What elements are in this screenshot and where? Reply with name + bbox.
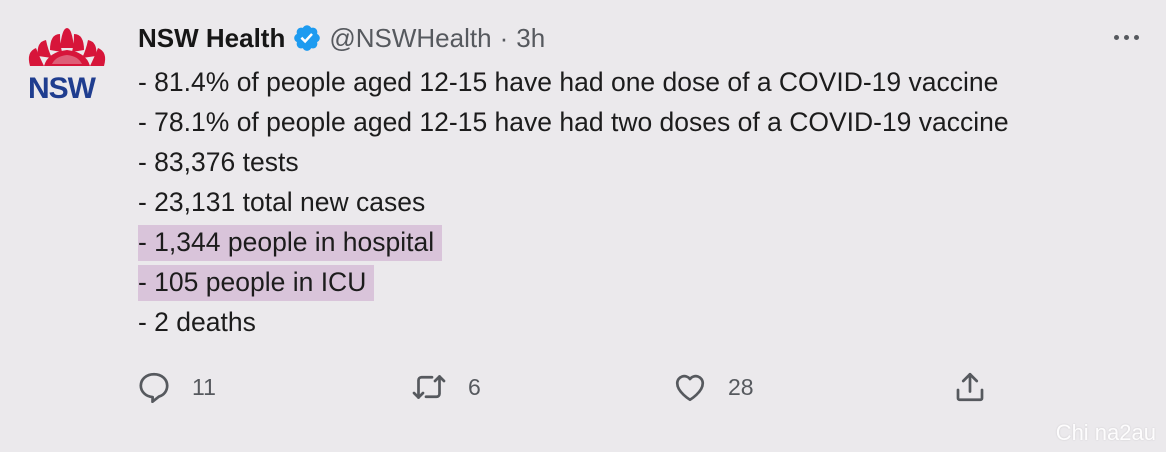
- tweet-line-text: - 105 people in ICU: [138, 265, 375, 301]
- tweet-line-highlighted: - 1,344 people in hospital: [138, 222, 1012, 262]
- tweet-header: NSW Health @NSWHealth · 3h: [138, 18, 545, 58]
- retweet-count: 6: [468, 373, 481, 400]
- reply-icon: [139, 372, 169, 404]
- waratah-logo-icon: [28, 28, 106, 66]
- tweet-line: - 23,131 total new cases: [138, 182, 1012, 222]
- more-dot-icon: [1113, 34, 1119, 40]
- retweet-button[interactable]: 6: [410, 366, 481, 408]
- tweet-line-text: - 83,376 tests: [138, 147, 299, 177]
- tweet-card: NSW NSW Health @NSWHealth · 3h - 81.4% o…: [0, 0, 1166, 452]
- heart-icon: [675, 374, 705, 402]
- avatar[interactable]: NSW: [22, 26, 112, 106]
- verified-badge-icon: [292, 23, 322, 53]
- tweet-line: - 78.1% of people aged 12-15 have had tw…: [138, 102, 1012, 142]
- reply-button[interactable]: 11: [136, 366, 216, 408]
- like-button[interactable]: 28: [672, 366, 754, 408]
- tweet-timestamp[interactable]: 3h: [516, 23, 545, 54]
- tweet-line: - 81.4% of people aged 12-15 have had on…: [138, 62, 1012, 102]
- like-count: 28: [728, 373, 754, 400]
- tweet-line-text: - 23,131 total new cases: [138, 187, 426, 217]
- tweet-line-text: - 78.1% of people aged 12-15 have had tw…: [138, 107, 1009, 137]
- author-handle[interactable]: @NSWHealth: [329, 23, 491, 54]
- tweet-line-highlighted: - 105 people in ICU: [138, 262, 1012, 302]
- tweet-line-text: - 1,344 people in hospital: [138, 225, 443, 261]
- tweet-text: - 81.4% of people aged 12-15 have had on…: [138, 62, 1012, 342]
- more-dot-icon: [1133, 34, 1139, 40]
- tweet-line-text: - 81.4% of people aged 12-15 have had on…: [138, 67, 999, 97]
- header-separator: ·: [499, 22, 509, 53]
- tweet-actions: 11 6 28: [0, 366, 1166, 408]
- tweet-line-text: - 2 deaths: [138, 307, 256, 337]
- tweet-line: - 2 deaths: [138, 302, 1012, 342]
- more-dot-icon: [1123, 34, 1129, 40]
- share-icon: [956, 372, 984, 402]
- author-display-name[interactable]: NSW Health: [138, 23, 285, 54]
- share-button[interactable]: [952, 366, 988, 408]
- watermark: Chi na2au: [1055, 420, 1156, 445]
- nsw-logo-text: NSW: [28, 72, 96, 105]
- reply-count: 11: [192, 373, 216, 400]
- tweet-line: - 83,376 tests: [138, 142, 1012, 182]
- more-options-button[interactable]: [1108, 22, 1144, 52]
- retweet-icon: [412, 375, 446, 399]
